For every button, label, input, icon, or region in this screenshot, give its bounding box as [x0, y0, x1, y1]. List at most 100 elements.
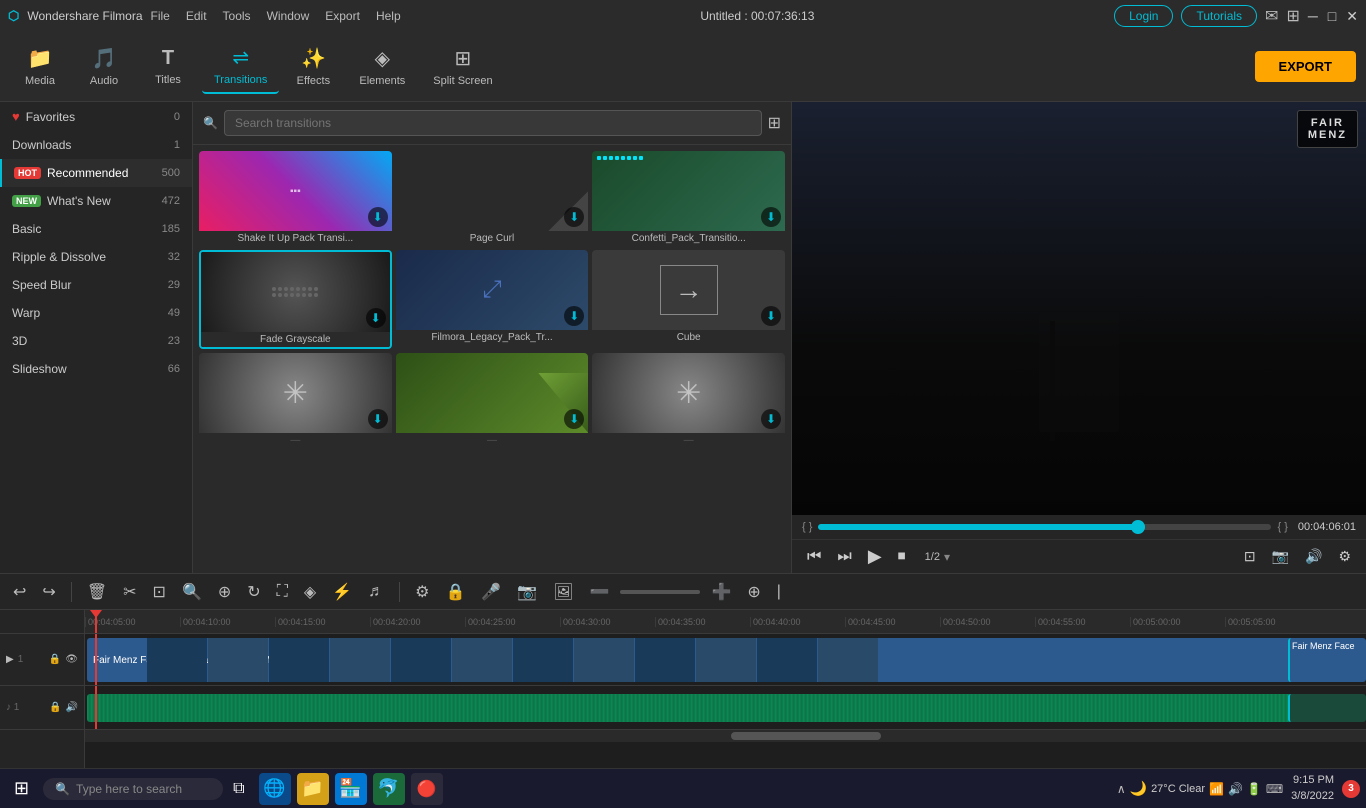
close-button[interactable]: ✕	[1346, 8, 1358, 25]
zoom-slider[interactable]	[620, 590, 700, 594]
rewind-button[interactable]: ⏮	[802, 546, 826, 568]
video-clip[interactable]: Fair Menz Face Wash Starring Fahad Musta…	[87, 638, 1354, 682]
download-icon-t8[interactable]: ⬇	[564, 409, 584, 429]
task-view-button[interactable]: ⧉	[229, 776, 248, 802]
sidebar-item-downloads[interactable]: Downloads 1	[0, 131, 192, 159]
sidebar-item-recommended[interactable]: HOT Recommended 500	[0, 159, 192, 187]
taskbar-app-files[interactable]: 📁	[297, 773, 329, 805]
menu-tools[interactable]: Tools	[223, 9, 251, 23]
sidebar-item-favorites[interactable]: ♥ Favorites 0	[0, 102, 192, 131]
sidebar-item-slideshow[interactable]: Slideshow 66	[0, 355, 192, 383]
export-button[interactable]: EXPORT	[1255, 51, 1356, 82]
undo-button[interactable]: ↩	[8, 579, 31, 605]
menu-export[interactable]: Export	[325, 9, 360, 23]
sidebar-item-whats-new[interactable]: NEW What's New 472	[0, 187, 192, 215]
grid-toggle-icon[interactable]: ⊞	[768, 113, 781, 133]
step-back-button[interactable]: ⏭	[832, 546, 856, 568]
video-track-lock-icon[interactable]: 🔒	[49, 654, 61, 665]
notification-icon[interactable]: ✉	[1265, 6, 1278, 26]
audio-track-volume-icon[interactable]: 🔊	[66, 702, 78, 713]
toolbar-split-screen[interactable]: ⊞ Split Screen	[421, 40, 504, 93]
picture-btn[interactable]: 🖼	[548, 579, 578, 605]
audio-track-lock-icon[interactable]: 🔒	[49, 702, 61, 713]
grid-icon[interactable]: ⊞	[1286, 6, 1299, 26]
taskbar-app-edge[interactable]: 🌐	[259, 773, 291, 805]
settings-button[interactable]: ⚙	[1333, 546, 1356, 567]
screenshot-button[interactable]: 📷	[1267, 546, 1294, 567]
maximize-button[interactable]: □	[1328, 8, 1336, 25]
download-icon-t9[interactable]: ⬇	[761, 409, 781, 429]
crop-button[interactable]: ⊡	[148, 579, 171, 605]
preview-progress-bar[interactable]	[818, 524, 1271, 530]
fullscreen-tl-button[interactable]: ⛶	[272, 580, 293, 604]
minimize-button[interactable]: ─	[1308, 8, 1318, 25]
toolbar-media[interactable]: 📁 Media	[10, 40, 70, 93]
collapse-btn[interactable]: |	[772, 580, 786, 604]
download-icon-t7[interactable]: ⬇	[368, 409, 388, 429]
sidebar-item-3d[interactable]: 3D 23	[0, 327, 192, 355]
taskbar-app-store[interactable]: 🏪	[335, 773, 367, 805]
cut-button[interactable]: ✂	[118, 579, 141, 605]
menu-file[interactable]: File	[151, 9, 170, 23]
tray-arrow-icon[interactable]: ∧	[1117, 782, 1126, 796]
settings-tl-btn[interactable]: ⚙	[410, 579, 434, 605]
taskbar-search[interactable]: 🔍 Type here to search	[43, 778, 223, 800]
scrollbar-thumb[interactable]	[731, 732, 881, 740]
sidebar-item-speed-blur[interactable]: Speed Blur 29	[0, 271, 192, 299]
add-track-btn[interactable]: ⊕	[742, 579, 765, 605]
camera-btn[interactable]: 📷	[512, 579, 542, 605]
search-input[interactable]	[224, 110, 762, 136]
audio-clip-end[interactable]	[1288, 694, 1366, 722]
zoom-in-button[interactable]: 🔍	[177, 579, 207, 605]
menu-help[interactable]: Help	[376, 9, 401, 23]
transition-filmora-legacy[interactable]: ⤢ ⬇ Filmora_Legacy_Pack_Tr...	[396, 250, 589, 349]
menu-window[interactable]: Window	[267, 9, 310, 23]
lock-btn[interactable]: 🔒	[440, 579, 470, 605]
marker-button[interactable]: ◈	[299, 579, 321, 605]
transition-shake-it-up[interactable]: ▪▪▪ ⬇ Shake It Up Pack Transi...	[199, 151, 392, 246]
rotate-button[interactable]: ↻	[242, 579, 265, 605]
download-icon-t3[interactable]: ⬇	[761, 207, 781, 227]
delete-button[interactable]: 🗑	[82, 579, 112, 605]
transition-confetti[interactable]: ⬇ Confetti_Pack_Transitio...	[592, 151, 785, 246]
toolbar-transitions[interactable]: ⇌ Transitions	[202, 39, 279, 94]
menu-edit[interactable]: Edit	[186, 9, 207, 23]
download-icon-t6[interactable]: ⬇	[761, 306, 781, 326]
tutorials-button[interactable]: Tutorials	[1181, 5, 1257, 27]
play-button[interactable]: ▶	[863, 544, 887, 569]
sidebar-item-warp[interactable]: Warp 49	[0, 299, 192, 327]
audio-waveform[interactable]	[87, 694, 1354, 722]
download-icon-t4[interactable]: ⬇	[366, 308, 386, 328]
zoom-minus-btn[interactable]: ➖	[585, 579, 615, 605]
transition-starburst2[interactable]: ✳ ⬇ —	[592, 353, 785, 448]
notification-count[interactable]: 3	[1342, 780, 1360, 798]
sidebar-item-ripple[interactable]: Ripple & Dissolve 32	[0, 243, 192, 271]
login-button[interactable]: Login	[1114, 5, 1173, 27]
battery-icon[interactable]: 🔋	[1247, 782, 1262, 796]
toolbar-elements[interactable]: ◈ Elements	[347, 40, 417, 93]
transition-page-turn[interactable]: ⬇ —	[396, 353, 589, 448]
fullscreen-button[interactable]: ⊡	[1239, 546, 1261, 567]
transition-fade-grayscale[interactable]: ⬇ Fade Grayscale	[199, 250, 392, 349]
mic-btn[interactable]: 🎤	[476, 579, 506, 605]
audio-btn[interactable]: ♬	[363, 580, 389, 604]
transition-cube[interactable]: → ⬇ Cube	[592, 250, 785, 349]
transition-page-curl[interactable]: ⬇ Page Curl	[396, 151, 589, 246]
keyboard-icon[interactable]: ⌨	[1266, 782, 1283, 796]
taskbar-app-chrome[interactable]: 🔴	[411, 773, 443, 805]
volume-button[interactable]: 🔊	[1300, 546, 1327, 567]
redo-button[interactable]: ↪	[37, 579, 60, 605]
chevron-down-icon[interactable]: ▾	[944, 550, 950, 564]
timeline-scrollbar[interactable]	[85, 730, 1366, 742]
toolbar-effects[interactable]: ✨ Effects	[283, 40, 343, 93]
video-track-play-icon[interactable]: ▶	[6, 654, 14, 665]
zoom-plus-btn[interactable]: ➕	[706, 579, 736, 605]
video-track-eye-icon[interactable]: 👁	[65, 654, 78, 665]
wifi-icon[interactable]: 📶	[1209, 782, 1224, 796]
toolbar-audio[interactable]: 🎵 Audio	[74, 40, 134, 93]
taskbar-app-custom1[interactable]: 🐬	[373, 773, 405, 805]
video-clip-end[interactable]: Fair Menz Face	[1288, 638, 1366, 682]
split-button[interactable]: ⚡	[327, 579, 357, 605]
start-button[interactable]: ⊞	[6, 774, 37, 803]
download-icon-t1[interactable]: ⬇	[368, 207, 388, 227]
